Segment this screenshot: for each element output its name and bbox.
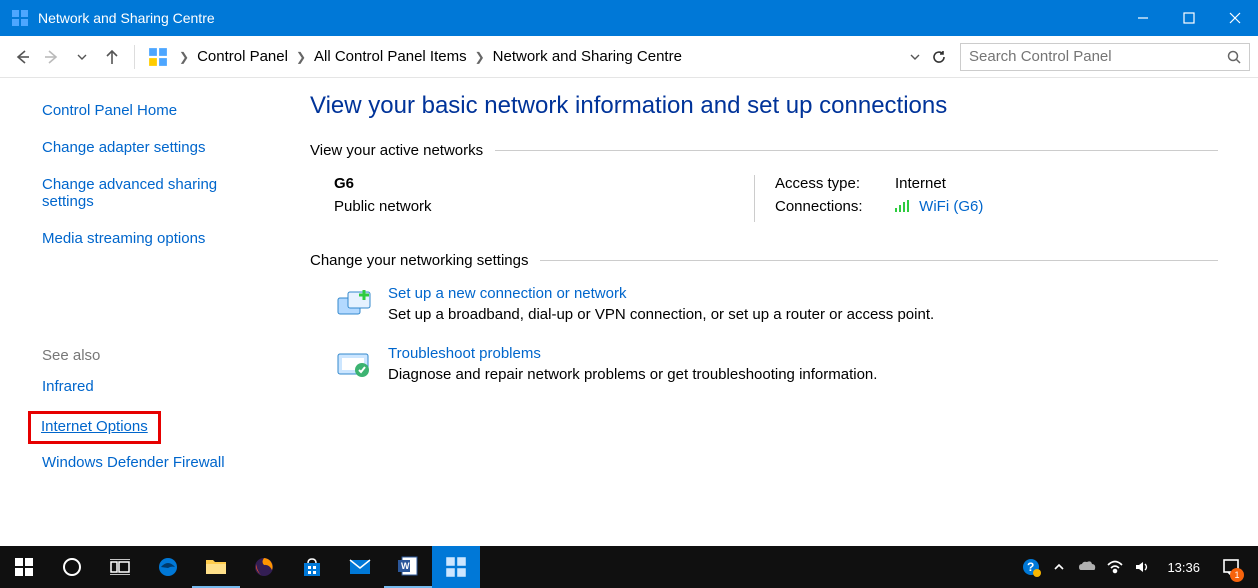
troubleshoot-desc: Diagnose and repair network problems or … <box>388 366 877 383</box>
tray-chevron-up-icon[interactable] <box>1045 546 1073 588</box>
access-type-label: Access type: <box>775 175 895 192</box>
file-explorer-icon[interactable] <box>192 546 240 588</box>
change-settings-label: Change your networking settings <box>310 252 528 269</box>
search-icon[interactable] <box>1225 50 1243 64</box>
address-dropdown[interactable] <box>904 51 926 63</box>
wifi-signal-icon <box>895 199 911 216</box>
chevron-right-icon[interactable]: ❯ <box>471 50 489 64</box>
connections-label: Connections: <box>775 198 895 216</box>
setup-connection-link[interactable]: Set up a new connection or network <box>388 285 934 302</box>
chevron-right-icon[interactable]: ❯ <box>292 50 310 64</box>
setup-connection-icon <box>334 285 374 325</box>
volume-icon[interactable] <box>1129 546 1157 588</box>
troubleshoot-link[interactable]: Troubleshoot problems <box>388 345 877 362</box>
sidebar: Control Panel Home Change adapter settin… <box>0 78 300 546</box>
notification-badge: 1 <box>1230 568 1244 582</box>
up-button[interactable] <box>98 43 126 71</box>
recent-dropdown[interactable] <box>68 43 96 71</box>
title-bar: Network and Sharing Centre <box>0 0 1258 36</box>
main-content: View your basic network information and … <box>300 78 1258 546</box>
search-box[interactable] <box>960 43 1250 71</box>
breadcrumb-item[interactable]: All Control Panel Items <box>310 48 471 65</box>
highlighted-annotation: Internet Options <box>28 411 161 444</box>
see-also-link[interactable]: Windows Defender Firewall <box>42 454 280 471</box>
control-panel-taskbar-icon[interactable] <box>432 546 480 588</box>
window-title: Network and Sharing Centre <box>38 10 215 26</box>
network-type: Public network <box>334 198 754 215</box>
vertical-divider <box>754 175 755 222</box>
setup-connection-desc: Set up a broadband, dial-up or VPN conne… <box>388 306 934 323</box>
breadcrumb-item[interactable]: Control Panel <box>193 48 292 65</box>
see-also-heading: See also <box>42 347 280 364</box>
store-icon[interactable] <box>288 546 336 588</box>
see-also-link[interactable]: Infrared <box>42 378 280 395</box>
refresh-button[interactable] <box>926 49 952 65</box>
mail-icon[interactable] <box>336 546 384 588</box>
breadcrumb-item[interactable]: Network and Sharing Centre <box>489 48 686 65</box>
search-input[interactable] <box>967 47 1225 66</box>
see-also-link-internet-options[interactable]: Internet Options <box>41 418 148 435</box>
minimize-button[interactable] <box>1120 0 1166 36</box>
svg-text:W: W <box>401 561 410 571</box>
connection-link[interactable]: WiFi (G6) <box>919 198 983 215</box>
page-heading: View your basic network information and … <box>310 92 1218 120</box>
start-button[interactable] <box>0 546 48 588</box>
firefox-icon[interactable] <box>240 546 288 588</box>
word-icon[interactable]: W <box>384 546 432 588</box>
cortana-button[interactable] <box>48 546 96 588</box>
notifications-button[interactable]: 1 <box>1210 546 1252 588</box>
address-icon <box>147 46 169 68</box>
clock[interactable]: 13:36 <box>1157 560 1210 575</box>
troubleshoot-icon <box>334 345 374 385</box>
divider-line <box>540 260 1218 261</box>
app-icon <box>10 8 30 28</box>
wifi-tray-icon[interactable] <box>1101 546 1129 588</box>
forward-button[interactable] <box>38 43 66 71</box>
control-panel-home-link[interactable]: Control Panel Home <box>42 102 177 119</box>
sidebar-link[interactable]: Change advanced sharing settings <box>42 176 252 210</box>
onedrive-icon[interactable] <box>1073 546 1101 588</box>
active-networks-label: View your active networks <box>310 142 483 159</box>
network-name: G6 <box>334 175 754 192</box>
chevron-right-icon[interactable]: ❯ <box>175 50 193 64</box>
edge-icon[interactable] <box>144 546 192 588</box>
sidebar-link[interactable]: Change adapter settings <box>42 139 205 156</box>
taskbar: W ? 13:36 1 <box>0 546 1258 588</box>
help-icon[interactable]: ? <box>1017 546 1045 588</box>
maximize-button[interactable] <box>1166 0 1212 36</box>
task-view-button[interactable] <box>96 546 144 588</box>
nav-bar: ❯ Control Panel ❯ All Control Panel Item… <box>0 36 1258 78</box>
sidebar-link[interactable]: Media streaming options <box>42 230 205 247</box>
system-tray: ? 13:36 1 <box>1017 546 1258 588</box>
back-button[interactable] <box>8 43 36 71</box>
close-button[interactable] <box>1212 0 1258 36</box>
divider-line <box>495 150 1218 151</box>
access-type-value: Internet <box>895 175 946 192</box>
